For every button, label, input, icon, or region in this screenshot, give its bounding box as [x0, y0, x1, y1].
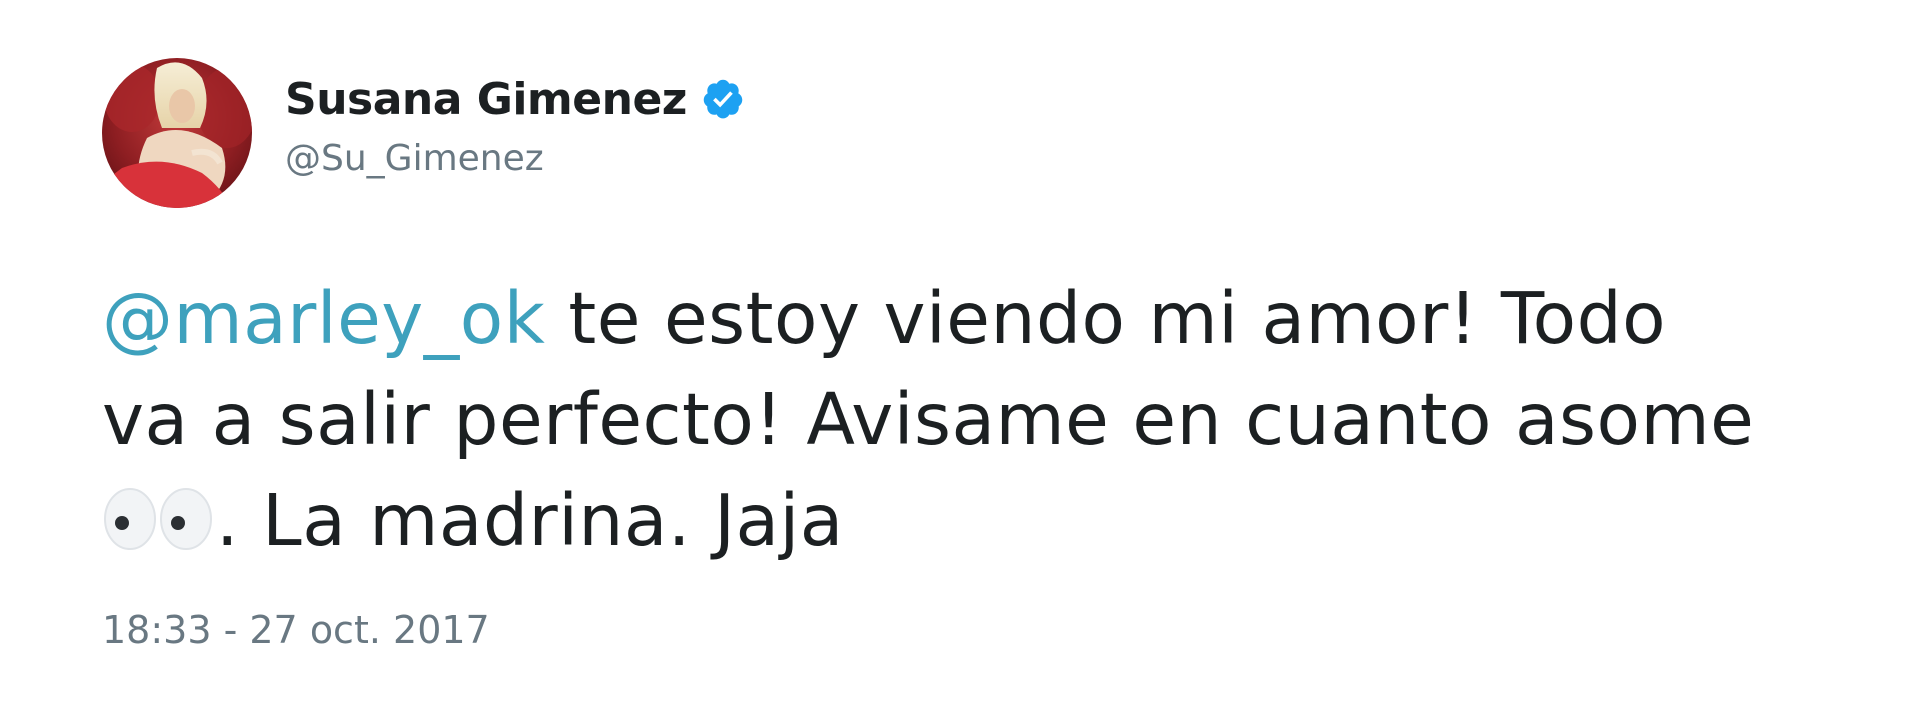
- tweet-timestamp[interactable]: 18:33 - 27 oct. 2017: [102, 608, 490, 652]
- mention-link[interactable]: @marley_ok: [102, 277, 545, 360]
- verified-badge-icon: [701, 77, 745, 121]
- tweet-card: Susana Gimenez @Su_Gimenez @marley_ok te…: [0, 0, 1920, 726]
- eyes-emoji-icon: [102, 476, 216, 550]
- profile-photo-icon: [102, 58, 252, 208]
- display-name[interactable]: Susana Gimenez: [285, 74, 687, 125]
- user-handle[interactable]: @Su_Gimenez: [285, 138, 745, 179]
- tweet-text: @marley_ok te estoy viendo mi amor! Todo…: [102, 268, 1842, 571]
- avatar[interactable]: [102, 58, 252, 208]
- name-row: Susana Gimenez: [285, 62, 745, 136]
- tweet-text-line1: te estoy viendo mi amor! Todo: [545, 277, 1667, 360]
- author-info[interactable]: Susana Gimenez @Su_Gimenez: [285, 62, 745, 179]
- tweet-text-line3: . La madrina. Jaja: [216, 479, 844, 562]
- tweet-text-line2: va a salir perfecto! Avisame en cuanto a…: [102, 378, 1755, 461]
